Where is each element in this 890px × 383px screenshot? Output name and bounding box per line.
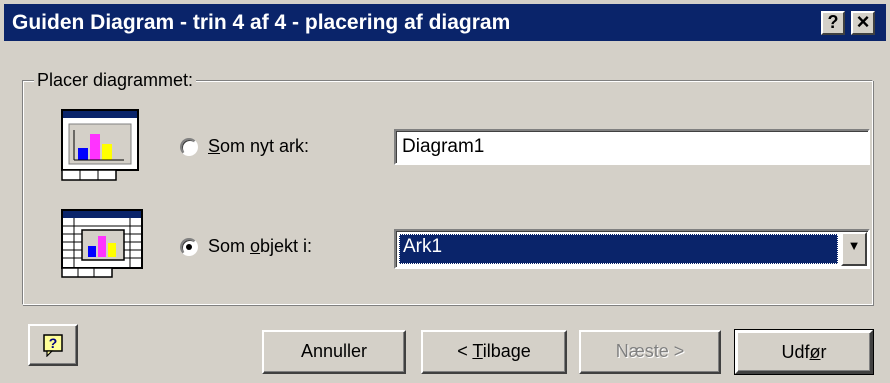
finish-button[interactable]: Udfør bbox=[734, 329, 874, 375]
object-sheet-value[interactable]: Ark1 bbox=[399, 234, 838, 264]
radio-as-object[interactable] bbox=[180, 237, 198, 256]
label-new-sheet[interactable]: Som nyt ark: bbox=[208, 136, 309, 157]
chart-wizard-dialog: Guiden Diagram - trin 4 af 4 - placering… bbox=[0, 0, 890, 383]
option-new-sheet[interactable]: Som nyt ark: bbox=[180, 136, 309, 157]
chart-sheet-icon bbox=[61, 109, 139, 181]
window-title: Guiden Diagram - trin 4 af 4 - placering… bbox=[12, 11, 511, 34]
title-bar[interactable]: Guiden Diagram - trin 4 af 4 - placering… bbox=[4, 4, 886, 41]
title-help-button[interactable]: ? bbox=[821, 11, 845, 35]
option-as-object[interactable]: Som objekt i: bbox=[180, 236, 312, 257]
object-sheet-select[interactable]: Ark1 ▼ bbox=[394, 229, 870, 269]
back-button[interactable]: < Tilbage bbox=[421, 330, 567, 374]
help-bubble-icon: ? bbox=[43, 334, 63, 358]
embedded-chart-icon bbox=[61, 209, 143, 278]
radio-new-sheet[interactable] bbox=[180, 137, 198, 156]
title-close-button[interactable]: × bbox=[851, 11, 875, 35]
office-assistant-button[interactable]: ? bbox=[28, 324, 78, 366]
placement-group bbox=[22, 80, 873, 305]
svg-text:?: ? bbox=[49, 335, 58, 351]
dropdown-arrow-icon[interactable]: ▼ bbox=[841, 232, 867, 266]
group-legend: Placer diagrammet: bbox=[34, 70, 197, 91]
cancel-button[interactable]: Annuller bbox=[262, 330, 406, 374]
label-as-object[interactable]: Som objekt i: bbox=[208, 236, 312, 257]
next-button[interactable]: Næste > bbox=[579, 330, 721, 374]
new-sheet-name-field[interactable]: Diagram1 bbox=[394, 129, 870, 165]
